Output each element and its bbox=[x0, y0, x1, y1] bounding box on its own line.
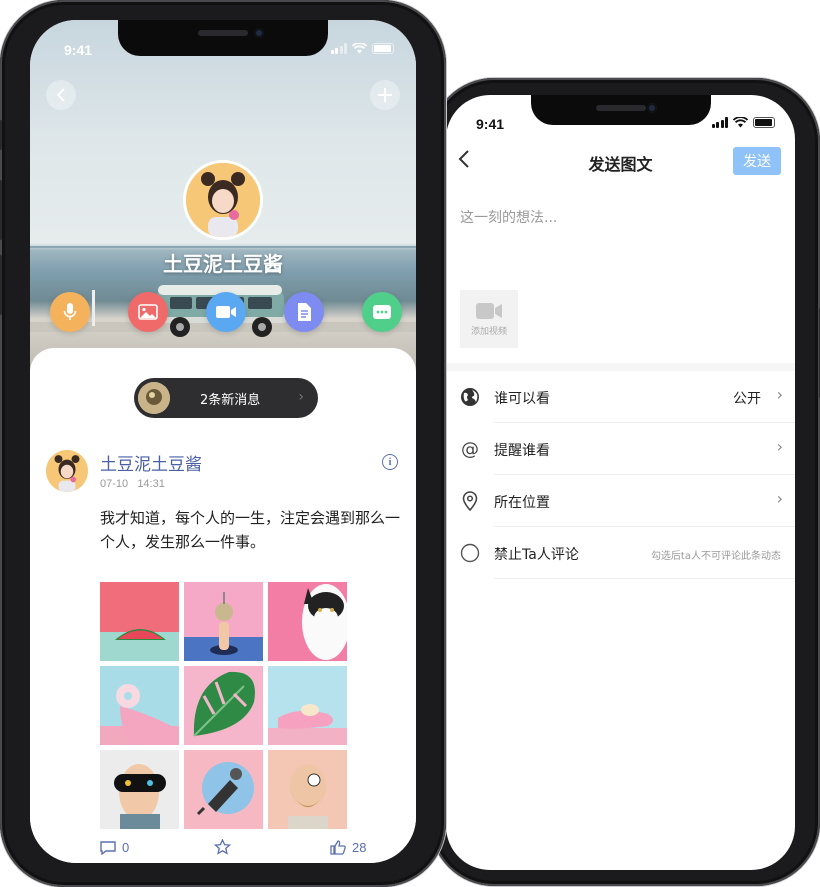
document-icon bbox=[298, 303, 311, 321]
favorite-button[interactable] bbox=[214, 839, 231, 855]
like-count: 28 bbox=[352, 840, 367, 855]
status-icons bbox=[330, 43, 394, 54]
globe-icon bbox=[460, 387, 480, 407]
signal-icon bbox=[330, 43, 347, 54]
chevron-right-icon: › bbox=[298, 389, 304, 405]
setting-hint: 勾选后ta人不可评论此条动态 bbox=[650, 551, 781, 562]
chat-icon bbox=[373, 305, 391, 319]
bearded-man-photo[interactable] bbox=[268, 750, 347, 829]
status-time: 9:41 bbox=[476, 116, 505, 132]
radio-icon[interactable] bbox=[460, 543, 480, 563]
add-video-button[interactable]: 添加视频 bbox=[460, 290, 518, 348]
document-button[interactable] bbox=[284, 292, 324, 332]
feed-panel: 2条新消息 › 土豆泥土豆酱 07-10 14:31 i 我才知道，每个人的一生… bbox=[30, 348, 416, 863]
action-bar bbox=[50, 292, 402, 332]
chevron-right-icon: › bbox=[776, 385, 783, 404]
setting-disable-comments[interactable]: 禁止Ta人评论 勾选后ta人不可评论此条动态 bbox=[446, 527, 795, 579]
chevron-right-icon: › bbox=[776, 437, 783, 456]
section-divider bbox=[446, 363, 795, 371]
donut-photo[interactable] bbox=[100, 666, 179, 745]
profile-name: 土豆泥土豆酱 bbox=[163, 252, 283, 276]
divider bbox=[494, 578, 795, 579]
monstera-leaf-photo[interactable] bbox=[184, 666, 263, 745]
profile-screen: 9:41 土豆泥土豆酱 2条新消息 › 土豆泥土豆酱 07-10 14:31 i… bbox=[30, 20, 416, 863]
post-text-input[interactable]: 这一刻的想法... bbox=[460, 207, 557, 227]
like-button[interactable]: 28 bbox=[330, 840, 366, 855]
status-time: 9:41 bbox=[64, 42, 93, 58]
setting-value: 公开 bbox=[733, 391, 761, 407]
video-icon bbox=[216, 306, 236, 318]
video-button[interactable] bbox=[206, 292, 246, 332]
comment-count: 0 bbox=[122, 840, 130, 855]
chevron-left-icon bbox=[56, 88, 65, 102]
thumbs-up-icon bbox=[330, 840, 346, 855]
image-button[interactable] bbox=[128, 292, 168, 332]
status-bar: 9:41 bbox=[30, 20, 416, 64]
star-icon bbox=[214, 839, 231, 855]
battery-icon bbox=[372, 43, 394, 54]
post-author-name[interactable]: 土豆泥土豆酱 bbox=[100, 450, 202, 475]
photo-grid bbox=[100, 582, 347, 829]
new-messages-label: 2条新消息 bbox=[200, 392, 261, 408]
status-icons bbox=[711, 117, 775, 128]
profile-avatar[interactable] bbox=[183, 160, 263, 240]
setting-label: 谁可以看 bbox=[494, 391, 550, 407]
info-icon[interactable]: i bbox=[382, 454, 398, 470]
post-date: 07-10 bbox=[100, 478, 129, 490]
tattoo-machine-photo[interactable] bbox=[184, 750, 263, 829]
post-timestamp: 07-10 14:31 bbox=[100, 478, 165, 490]
compose-screen: 9:41 发送图文 发送 这一刻的想法... 添加视频 谁可以看 公开 › @ … bbox=[446, 95, 795, 870]
post-author-avatar[interactable] bbox=[46, 450, 88, 492]
microphone-icon bbox=[63, 303, 77, 320]
setting-location[interactable]: 所在位置 › bbox=[446, 475, 795, 527]
post-body: 我才知道，每个人的一生，注定会遇到那么一个人，发生那么一件事。 bbox=[100, 509, 401, 551]
battery-icon bbox=[753, 117, 775, 128]
sleep-mask-photo[interactable] bbox=[100, 750, 179, 829]
hand-pin-photo[interactable] bbox=[184, 582, 263, 661]
status-bar: 9:41 bbox=[446, 95, 795, 139]
add-video-label: 添加视频 bbox=[470, 326, 507, 337]
setting-label: 禁止Ta人评论 bbox=[494, 547, 579, 563]
volume-up-button bbox=[0, 180, 2, 240]
setting-label: 提醒谁看 bbox=[494, 443, 550, 459]
message-avatar bbox=[138, 382, 170, 414]
back-button[interactable] bbox=[46, 80, 76, 110]
plus-icon bbox=[378, 88, 392, 102]
setting-label: 所在位置 bbox=[494, 495, 550, 511]
send-button[interactable]: 发送 bbox=[733, 147, 781, 175]
cat-photo[interactable] bbox=[268, 582, 347, 661]
image-icon bbox=[138, 304, 158, 320]
post-time: 14:31 bbox=[137, 478, 165, 490]
setting-visibility[interactable]: 谁可以看 公开 › bbox=[446, 371, 795, 423]
mute-switch bbox=[0, 120, 2, 150]
voice-button[interactable] bbox=[50, 292, 90, 332]
comment-button[interactable]: 0 bbox=[100, 840, 129, 855]
setting-mention[interactable]: @ 提醒谁看 › bbox=[446, 423, 795, 475]
signal-icon bbox=[711, 117, 728, 128]
watermelon-photo[interactable] bbox=[100, 582, 179, 661]
chevron-right-icon: › bbox=[776, 489, 783, 508]
location-pin-icon bbox=[460, 491, 480, 511]
compose-phone: 9:41 发送图文 发送 这一刻的想法... 添加视频 谁可以看 公开 › @ … bbox=[430, 78, 820, 886]
compose-nav-bar: 发送图文 发送 bbox=[446, 139, 795, 185]
volume-down-button bbox=[0, 255, 2, 315]
at-icon: @ bbox=[461, 438, 479, 460]
add-button[interactable] bbox=[370, 80, 400, 110]
glove-macaron-photo[interactable] bbox=[268, 666, 347, 745]
post-actions: 0 28 bbox=[100, 839, 400, 860]
video-camera-icon bbox=[476, 302, 502, 319]
profile-phone: 9:41 土豆泥土豆酱 2条新消息 › 土豆泥土豆酱 07-10 14:31 i… bbox=[0, 0, 446, 887]
girl-avatar-image bbox=[186, 163, 260, 237]
comment-icon bbox=[100, 840, 116, 855]
message-button[interactable] bbox=[362, 292, 402, 332]
new-messages-pill[interactable]: 2条新消息 › bbox=[134, 378, 318, 418]
wifi-icon bbox=[733, 117, 748, 128]
wifi-icon bbox=[352, 43, 367, 54]
